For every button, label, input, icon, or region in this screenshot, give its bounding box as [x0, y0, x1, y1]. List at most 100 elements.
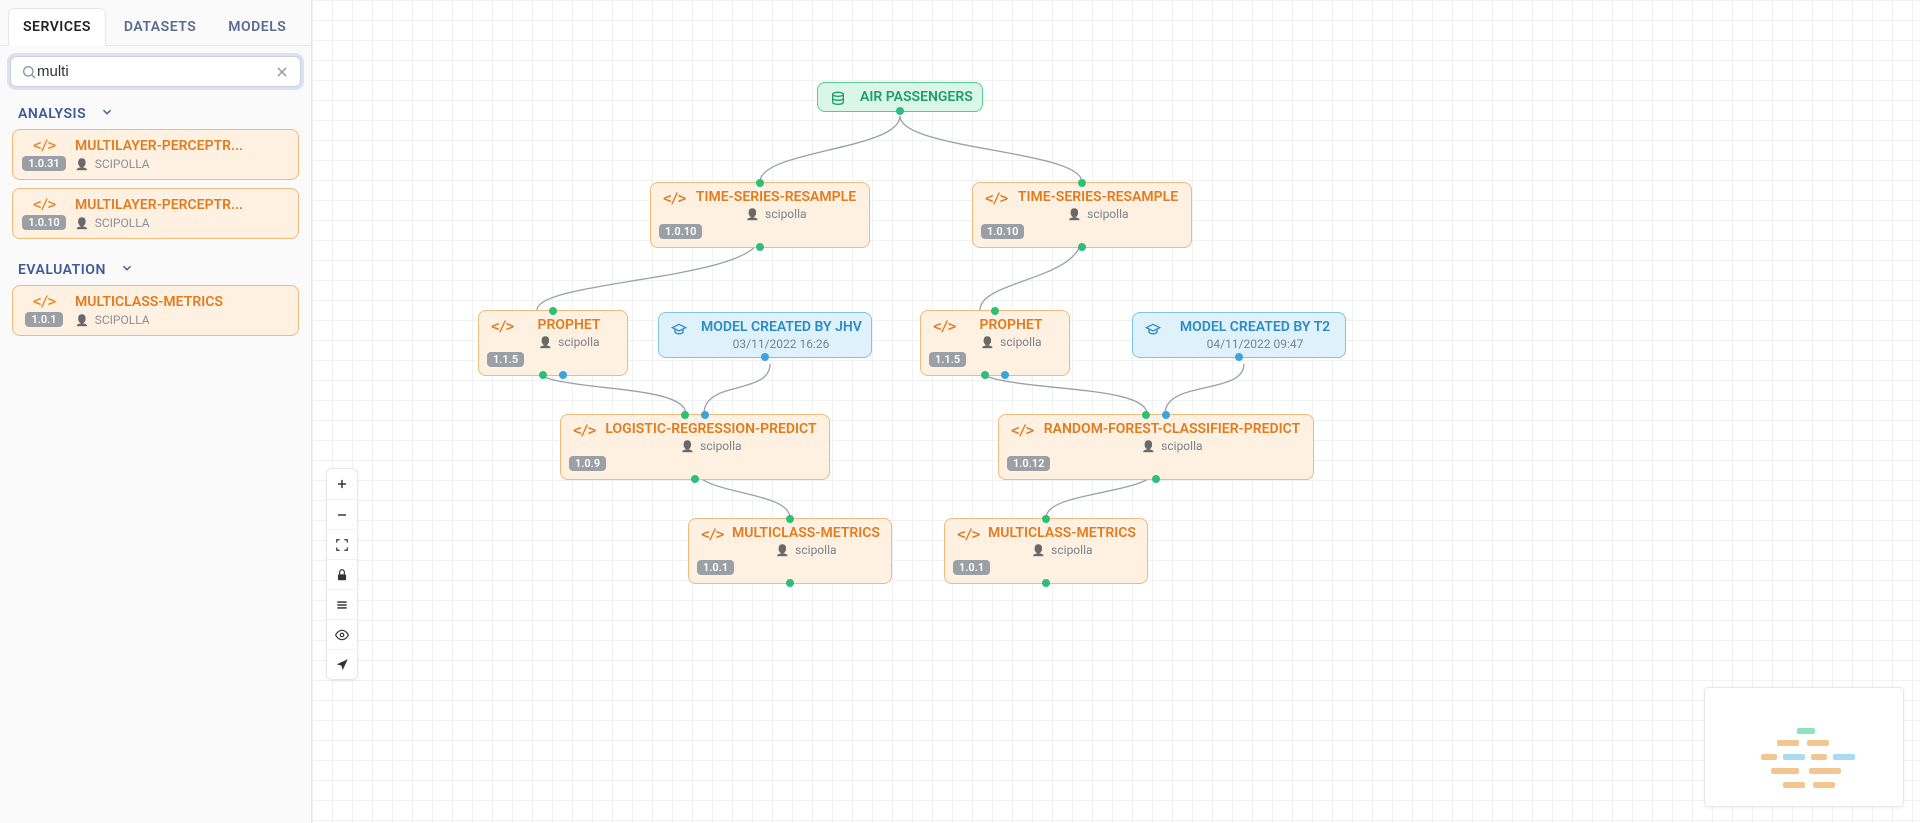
node-ts-resample-1[interactable]: </> TIME-SERIES-RESAMPLE scipolla 1.0.10 — [650, 182, 870, 248]
user-icon — [980, 335, 994, 349]
node-author: scipolla — [1041, 439, 1303, 453]
service-version: 1.0.1 — [25, 312, 62, 327]
list-evaluation: </> MULTICLASS-METRICS 1.0.1 SCIPOLLA — [0, 285, 311, 336]
user-icon — [75, 157, 89, 171]
service-version: 1.0.31 — [22, 156, 65, 171]
node-version: 1.0.10 — [659, 224, 702, 239]
visibility-button[interactable] — [327, 619, 357, 649]
port-out-model[interactable] — [1001, 371, 1009, 379]
port-in[interactable] — [991, 307, 999, 315]
node-author: scipolla — [603, 439, 819, 453]
node-random-forest-predict[interactable]: </> RANDOM-FOREST-CLASSIFIER-PREDICT sci… — [998, 414, 1314, 480]
port-in[interactable] — [681, 411, 689, 419]
node-author: scipolla — [963, 335, 1059, 349]
port-out[interactable] — [1078, 243, 1086, 251]
tab-datasets[interactable]: DATASETS — [110, 9, 210, 45]
node-version: 1.0.1 — [697, 560, 734, 575]
graduation-cap-icon — [1145, 321, 1161, 341]
user-icon — [745, 207, 759, 221]
port-in-model[interactable] — [1162, 411, 1170, 419]
node-title: PROPHET — [963, 317, 1059, 333]
service-card[interactable]: </> MULTICLASS-METRICS 1.0.1 SCIPOLLA — [12, 285, 299, 336]
node-air-passengers[interactable]: AIR PASSENGERS — [817, 82, 983, 112]
port-out[interactable] — [1235, 353, 1243, 361]
sidebar: SERVICES DATASETS MODELS ANALYSIS </> MU… — [0, 0, 312, 823]
code-icon: </> — [701, 527, 723, 543]
node-multiclass-metrics-2[interactable]: </> MULTICLASS-METRICS scipolla 1.0.1 — [944, 518, 1148, 584]
sidebar-tabs: SERVICES DATASETS MODELS — [0, 0, 311, 46]
user-icon — [680, 439, 694, 453]
port-in-model[interactable] — [701, 411, 709, 419]
fit-screen-button[interactable] — [327, 529, 357, 559]
port-out[interactable] — [1042, 579, 1050, 587]
lock-button[interactable] — [327, 559, 357, 589]
search-icon — [21, 64, 37, 80]
search-input-wrap — [10, 56, 301, 87]
node-prophet-2[interactable]: </> PROPHET scipolla 1.1.5 — [920, 310, 1070, 376]
node-title: MODEL CREATED BY T2 — [1175, 319, 1335, 335]
port-out[interactable] — [539, 371, 547, 379]
zoom-out-button[interactable] — [327, 499, 357, 529]
zoom-in-button[interactable] — [327, 469, 357, 499]
service-author: SCIPOLLA — [75, 312, 288, 327]
service-title: MULTICLASS-METRICS — [75, 294, 288, 310]
node-version: 1.0.1 — [953, 560, 990, 575]
section-evaluation[interactable]: EVALUATION — [0, 253, 311, 285]
service-title: MULTILAYER-PERCEPTR... — [75, 138, 288, 154]
port-in[interactable] — [549, 307, 557, 315]
node-ts-resample-2[interactable]: </> TIME-SERIES-RESAMPLE scipolla 1.0.10 — [972, 182, 1192, 248]
port-out[interactable] — [786, 579, 794, 587]
node-model-jhv[interactable]: MODEL CREATED BY JHV 03/11/2022 16:26 — [658, 312, 872, 358]
port-out[interactable] — [691, 475, 699, 483]
port-out[interactable] — [896, 107, 904, 115]
service-card[interactable]: </> MULTILAYER-PERCEPTR... 1.0.10 SCIPOL… — [12, 188, 299, 239]
port-out[interactable] — [756, 243, 764, 251]
search-input[interactable] — [37, 63, 274, 80]
port-in[interactable] — [1078, 179, 1086, 187]
node-version: 1.1.5 — [929, 352, 966, 367]
port-out[interactable] — [1152, 475, 1160, 483]
node-meta: 03/11/2022 16:26 — [701, 337, 861, 351]
section-analysis-label: ANALYSIS — [18, 106, 86, 122]
port-out-model[interactable] — [559, 371, 567, 379]
clear-search-icon[interactable] — [274, 64, 290, 80]
code-icon: </> — [1011, 423, 1033, 439]
list-button[interactable] — [327, 589, 357, 619]
user-icon — [1067, 207, 1081, 221]
list-analysis: </> MULTILAYER-PERCEPTR... 1.0.31 SCIPOL… — [0, 129, 311, 239]
user-icon — [75, 313, 89, 327]
section-analysis[interactable]: ANALYSIS — [0, 97, 311, 129]
node-version: 1.0.9 — [569, 456, 606, 471]
port-in[interactable] — [1042, 515, 1050, 523]
service-version: 1.0.10 — [22, 215, 65, 230]
service-card[interactable]: </> MULTILAYER-PERCEPTR... 1.0.31 SCIPOL… — [12, 129, 299, 180]
tab-models[interactable]: MODELS — [214, 9, 300, 45]
port-out[interactable] — [761, 353, 769, 361]
node-author: scipolla — [1015, 207, 1181, 221]
section-evaluation-label: EVALUATION — [18, 262, 106, 278]
port-in[interactable] — [756, 179, 764, 187]
node-prophet-1[interactable]: </> PROPHET scipolla 1.1.5 — [478, 310, 628, 376]
port-in[interactable] — [786, 515, 794, 523]
tab-services[interactable]: SERVICES — [8, 8, 106, 46]
port-out[interactable] — [981, 371, 989, 379]
chevron-down-icon — [100, 105, 114, 123]
node-meta: 04/11/2022 09:47 — [1175, 337, 1335, 351]
node-logistic-regression-predict[interactable]: </> LOGISTIC-REGRESSION-PREDICT scipolla… — [560, 414, 830, 480]
code-icon: </> — [663, 191, 685, 207]
code-icon: </> — [23, 138, 65, 154]
locate-button[interactable] — [327, 649, 357, 679]
port-in[interactable] — [1142, 411, 1150, 419]
node-multiclass-metrics-1[interactable]: </> MULTICLASS-METRICS scipolla 1.0.1 — [688, 518, 892, 584]
service-author: SCIPOLLA — [75, 215, 288, 230]
graduation-cap-icon — [671, 321, 687, 341]
minimap[interactable] — [1704, 687, 1904, 807]
chevron-down-icon — [120, 261, 134, 279]
code-icon: </> — [985, 191, 1007, 207]
workflow-canvas[interactable]: AIR PASSENGERS </> TIME-SERIES-RESAMPLE … — [312, 0, 1920, 823]
code-icon: </> — [573, 423, 595, 439]
canvas-toolbar — [326, 468, 358, 680]
node-title: TIME-SERIES-RESAMPLE — [693, 189, 859, 205]
node-author: scipolla — [987, 543, 1137, 557]
node-model-t2[interactable]: MODEL CREATED BY T2 04/11/2022 09:47 — [1132, 312, 1346, 358]
